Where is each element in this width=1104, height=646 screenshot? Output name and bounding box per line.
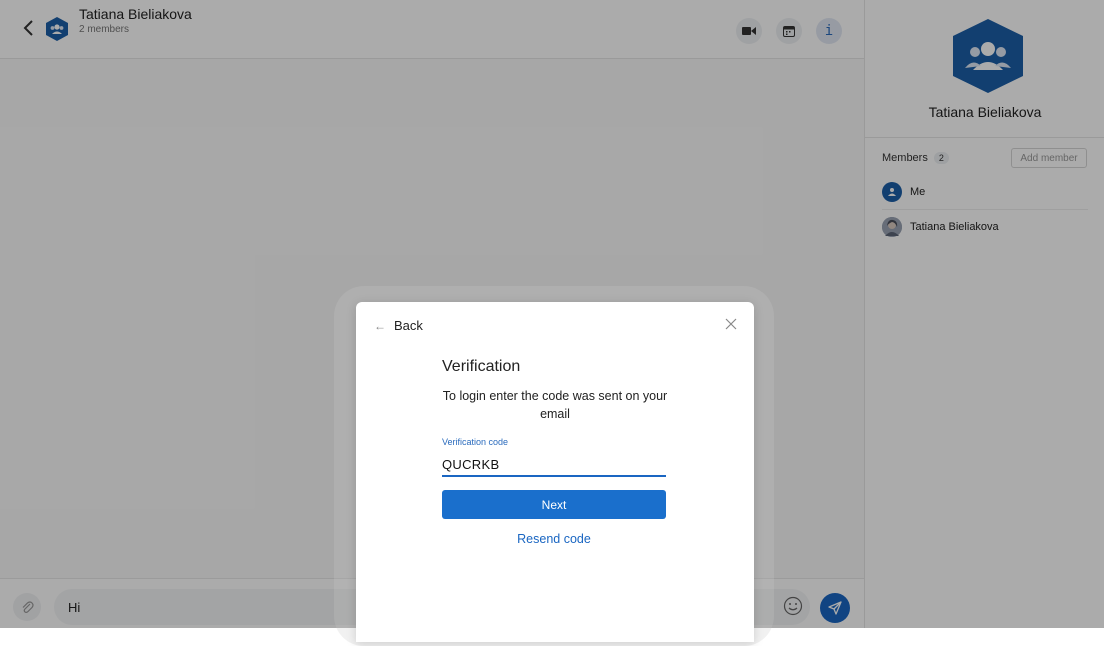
dialog-title: Verification (442, 358, 521, 375)
close-icon[interactable] (724, 317, 738, 331)
arrow-left-icon: ← (374, 318, 386, 333)
verification-dialog: ← Back Verification To login enter the c… (356, 302, 754, 642)
back-button[interactable]: ← Back (374, 318, 423, 333)
verification-code-label: Verification code (442, 437, 509, 447)
next-button[interactable]: Next (442, 490, 666, 519)
verification-code-input[interactable] (442, 453, 666, 477)
back-label: Back (394, 318, 423, 333)
dialog-description: To login enter the code was sent on your… (442, 389, 668, 421)
resend-code-link[interactable]: Resend code (442, 531, 666, 547)
